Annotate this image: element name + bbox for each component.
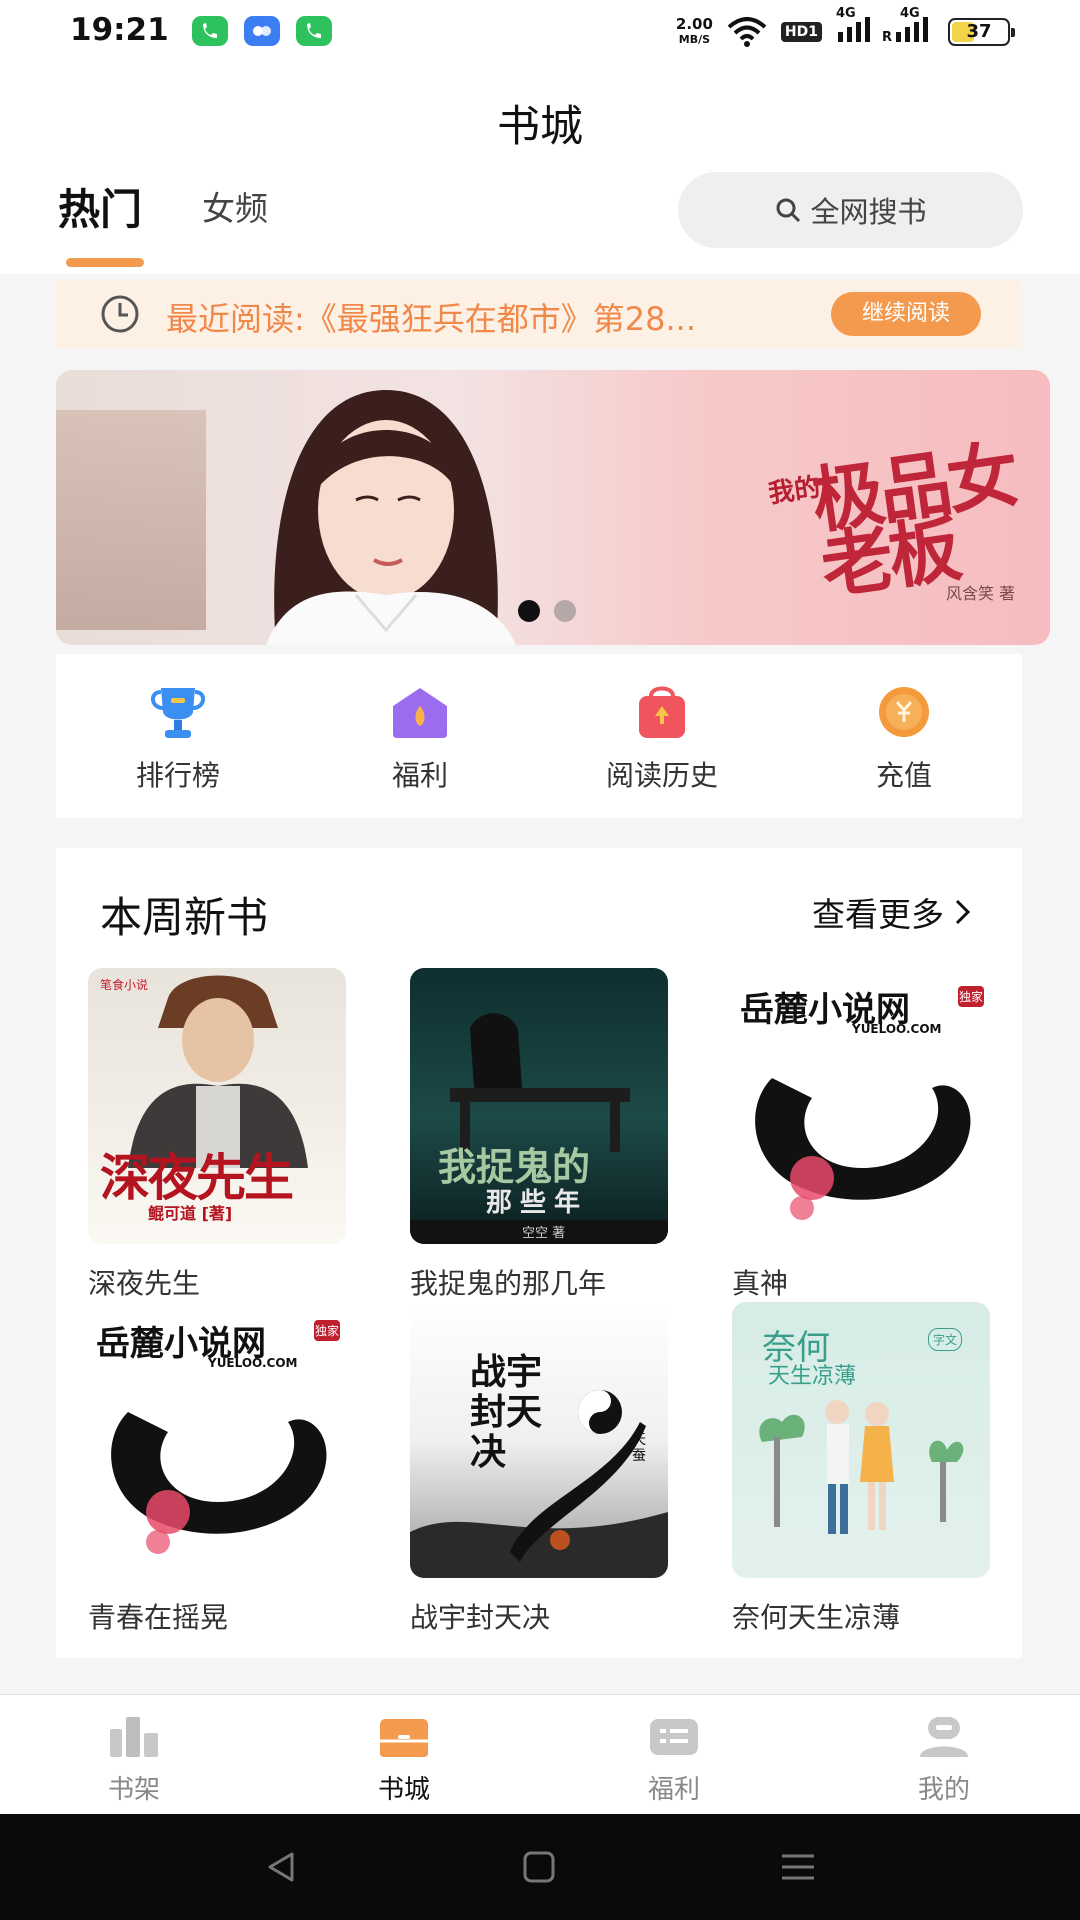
book-item[interactable]: 岳麓小说网 独家 YUELOO.COM 真神 xyxy=(732,968,992,1302)
nav-label: 我的 xyxy=(917,1775,970,1805)
ink-swirl-art xyxy=(755,1078,971,1220)
recent-reading-text: 最近阅读:《最强狂兵在都市》第28... xyxy=(166,300,697,338)
cover-subtitle: 那些年 xyxy=(486,1188,589,1218)
book-item[interactable]: 岳麓小说网 独家 YUELOO.COM 青春在摇晃 xyxy=(88,1302,348,1636)
book-title: 我捉鬼的那几年 xyxy=(410,1267,607,1300)
page-title: 书城 xyxy=(497,102,583,152)
continue-reading-button[interactable]: 继续阅读 xyxy=(831,292,981,336)
new-books-section: 本周新书 查看更多 笔食小说 深夜先生 鲲可道 [著] 深夜先生 我捉鬼的 那些… xyxy=(56,848,1022,1658)
hd-badge: HD1 xyxy=(780,22,822,42)
nav-label: 福利 xyxy=(647,1775,700,1805)
clock-icon xyxy=(101,295,139,333)
nav-label: 书城 xyxy=(377,1775,430,1805)
recent-reading-bar[interactable]: 最近阅读:《最强狂兵在都市》第28... 继续阅读 xyxy=(56,280,1022,348)
book-item[interactable]: 奈何 天生凉薄 字文 奈何天生凉薄 xyxy=(732,1302,992,1636)
trophy-icon xyxy=(151,688,205,738)
battery-indicator: 37 xyxy=(948,18,1015,46)
book-cover[interactable]: 战宇封天决 天蚕 xyxy=(410,1302,668,1578)
nav-welfare[interactable]: 福利 xyxy=(604,1713,744,1806)
wifi-icon xyxy=(727,17,767,47)
cover-author: 鲲可道 [著] xyxy=(148,1204,233,1223)
carousel-dot[interactable] xyxy=(554,600,576,622)
nav-bookshelf[interactable]: 书架 xyxy=(64,1713,204,1806)
book-cover[interactable]: 我捉鬼的 那些年 空空 著 xyxy=(410,968,668,1244)
book-cover[interactable]: 笔食小说 深夜先生 鲲可道 [著] xyxy=(88,968,346,1244)
book-title: 真神 xyxy=(732,1267,789,1300)
active-tab-indicator xyxy=(66,258,144,267)
gift-house-icon xyxy=(393,688,447,738)
nav-label: 书架 xyxy=(107,1775,160,1805)
bottom-nav: 书架 书城 福利 我的 xyxy=(0,1694,1080,1814)
net1-label: 4G xyxy=(836,6,856,21)
banner-carousel[interactable]: 我的 极品女老板 风含笑 著 xyxy=(56,370,1050,645)
book-cover[interactable]: 奈何 天生凉薄 字文 xyxy=(732,1302,990,1578)
book-cover[interactable]: 岳麓小说网 独家 YUELOO.COM xyxy=(732,968,990,1244)
ink-swirl-art xyxy=(111,1412,327,1554)
carousel-dots xyxy=(518,600,576,622)
status-time: 19:21 xyxy=(70,12,169,48)
book-title: 深夜先生 xyxy=(88,1267,201,1300)
banner-background xyxy=(56,410,206,630)
welfare-icon xyxy=(650,1719,698,1755)
history-bag-icon xyxy=(639,686,685,738)
quick-link-welfare[interactable]: 福利 xyxy=(320,682,520,794)
quick-link-label: 福利 xyxy=(391,759,448,792)
cover-title: 战宇封天决 xyxy=(470,1351,543,1473)
roaming-label: R xyxy=(882,30,893,45)
view-more-link[interactable]: 查看更多 xyxy=(812,888,974,936)
cover-author: 天蚕 xyxy=(632,1432,646,1464)
chevron-right-icon xyxy=(955,899,971,925)
signal-2: 4G R xyxy=(882,6,934,48)
banner-title: 极品女老板 xyxy=(806,431,1021,609)
cover-author: 空空 著 xyxy=(522,1226,566,1241)
header: 书城 热门 女频 全网搜书 xyxy=(0,64,1080,274)
book-item[interactable]: 我捉鬼的 那些年 空空 著 我捉鬼的那几年 xyxy=(410,968,670,1302)
nav-profile[interactable]: 我的 xyxy=(874,1713,1014,1806)
carousel-dot-active[interactable] xyxy=(518,600,540,622)
home-icon[interactable] xyxy=(520,1848,558,1886)
section-title: 本周新书 xyxy=(100,893,269,942)
banner-girl-illustration xyxy=(266,390,516,645)
quick-link-history[interactable]: 阅读历史 xyxy=(562,682,762,794)
coin-icon xyxy=(879,687,929,737)
banner-author: 风含笑 著 xyxy=(946,584,1016,603)
search-label: 全网搜书 xyxy=(810,195,927,229)
book-title: 奈何天生凉薄 xyxy=(732,1601,901,1634)
speed-unit: MB/S xyxy=(678,33,711,46)
signal-1: 4G xyxy=(836,6,876,48)
book-item[interactable]: 战宇封天决 天蚕 战宇封天决 xyxy=(410,1302,670,1636)
book-title: 战宇封天决 xyxy=(410,1601,551,1634)
bookstore-icon xyxy=(380,1719,428,1757)
quick-link-ranking[interactable]: 排行榜 xyxy=(78,682,278,794)
system-navigation-bar xyxy=(0,1814,1080,1920)
chat-app-icon xyxy=(244,16,280,46)
cover-publisher: 笔食小说 xyxy=(100,978,149,992)
network-speed: 2.00 MB/S xyxy=(676,17,713,47)
nav-bookstore[interactable]: 书城 xyxy=(334,1713,474,1806)
profile-icon xyxy=(920,1717,968,1757)
search-icon xyxy=(776,198,801,223)
speed-value: 2.00 xyxy=(675,15,713,33)
cover-art xyxy=(759,1400,964,1534)
book-item[interactable]: 笔食小说 深夜先生 鲲可道 [著] 深夜先生 xyxy=(88,968,348,1302)
quick-link-recharge[interactable]: 充值 xyxy=(804,682,1004,794)
battery-level: 37 xyxy=(966,21,992,42)
phone-app-icon xyxy=(192,16,228,46)
tab-female[interactable]: 女频 xyxy=(202,182,268,230)
quick-links: 排行榜 福利 阅读历史 充值 xyxy=(56,654,1022,818)
net2-label: 4G xyxy=(900,6,920,21)
quick-link-label: 充值 xyxy=(875,759,932,792)
book-cover[interactable]: 岳麓小说网 独家 YUELOO.COM xyxy=(88,1302,346,1578)
quick-link-label: 排行榜 xyxy=(135,759,220,792)
search-box[interactable]: 全网搜书 xyxy=(678,172,1023,248)
tab-hot[interactable]: 热门 xyxy=(58,176,142,237)
recent-apps-icon[interactable] xyxy=(778,1848,818,1886)
bookshelf-icon xyxy=(110,1717,158,1757)
phone-app-icon-2 xyxy=(296,16,332,46)
back-icon[interactable] xyxy=(262,1848,300,1886)
status-bar: 19:21 2.00 MB/S HD1 4G 4G R 37 xyxy=(0,0,1080,64)
view-more-label: 查看更多 xyxy=(812,895,944,934)
quick-link-label: 阅读历史 xyxy=(605,759,718,792)
book-title: 青春在摇晃 xyxy=(88,1601,229,1634)
